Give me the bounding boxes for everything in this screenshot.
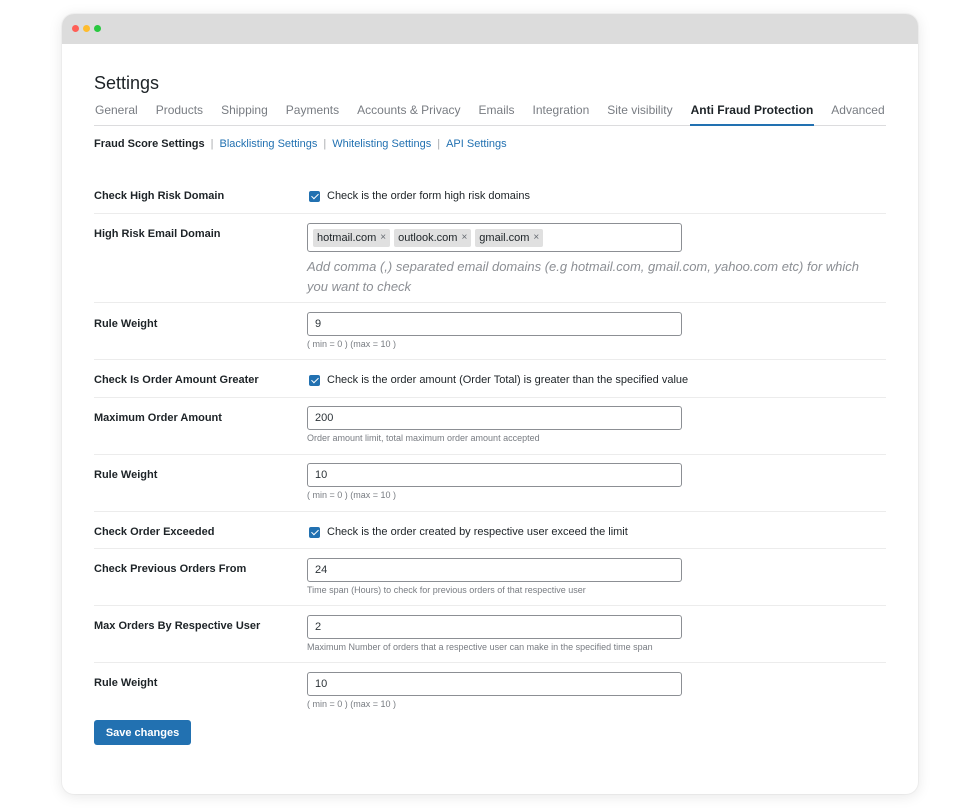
field-description: ( min = 0 ) (max = 10 ) [307,699,397,709]
field-label: Rule Weight [94,677,158,689]
order-exceeded-checkbox[interactable] [309,526,320,538]
maximize-window-dot-icon[interactable] [94,25,101,32]
remove-tag-icon[interactable]: × [533,232,539,243]
rule-weight-input[interactable]: 10 [307,672,682,696]
subnav-blacklisting-settings[interactable]: Blacklisting Settings [220,138,318,150]
order-amount-greater-checkbox[interactable] [309,374,320,386]
domain-tag: outlook.com × [394,228,472,247]
domain-tag-label: hotmail.com [317,231,377,244]
field-label: Rule Weight [94,318,158,330]
rule-weight-input[interactable]: 10 [307,463,682,487]
subnav-separator: | [323,138,327,150]
email-domain-tag-input[interactable]: hotmail.com × outlook.com × gmail.com × [307,223,682,252]
field-description: ( min = 0 ) (max = 10 ) [307,339,397,349]
tab-anti-fraud-protection[interactable]: Anti Fraud Protection [689,104,815,126]
max-order-amount-field-group: 200 Order amount limit, total maximum or… [307,406,682,443]
max-orders-input[interactable]: 2 [307,615,682,639]
subsection-nav: Fraud Score Settings | Blacklisting Settin… [94,138,507,150]
remove-tag-icon[interactable]: × [461,232,467,243]
close-window-dot-icon[interactable] [72,25,79,32]
rule-weight-field-group: 10 ( min = 0 ) (max = 10 ) [307,463,682,500]
subnav-api-settings[interactable]: API Settings [446,138,507,150]
field-description: ( min = 0 ) (max = 10 ) [307,490,397,500]
row-max-orders-by-user: Max Orders By Respective User 2 Maximum … [94,606,886,663]
subnav-separator: | [437,138,441,150]
page-title: Settings [94,73,160,93]
field-label: Max Orders By Respective User [94,620,261,632]
rule-weight-field-group: 9 ( min = 0 ) (max = 10 ) [307,312,682,349]
row-high-risk-email-domain: High Risk Email Domain hotmail.com × outl… [94,214,886,303]
rule-weight-input[interactable]: 9 [307,312,682,336]
tab-products[interactable]: Products [155,104,204,126]
email-domain-field-group: hotmail.com × outlook.com × gmail.com × Add… [307,223,879,297]
row-rule-weight: Rule Weight 10 ( min = 0 ) (max = 10 ) [94,663,886,713]
field-label: Maximum Order Amount [94,412,222,424]
row-maximum-order-amount: Maximum Order Amount 200 Order amount li… [94,398,886,455]
field-description: Add comma (,) separated email domains (e… [307,259,859,294]
field-label: Rule Weight [94,469,158,481]
previous-orders-hours-input[interactable]: 24 [307,558,682,582]
order-exceeded-option: Check is the order created by respective… [307,526,628,538]
field-description: Maximum Number of orders that a respecti… [307,642,653,652]
domain-tag-label: gmail.com [479,231,530,244]
maximum-order-amount-input[interactable]: 200 [307,406,682,430]
row-check-order-amount-greater: Check Is Order Amount Greater Check is t… [94,360,886,398]
tab-emails[interactable]: Emails [478,104,516,126]
max-orders-field-group: 2 Maximum Number of orders that a respec… [307,615,682,652]
field-label: High Risk Email Domain [94,228,221,240]
remove-tag-icon[interactable]: × [380,232,386,243]
checkbox-label: Check is the order amount (Order Total) … [327,374,689,386]
field-label: Check Is Order Amount Greater [94,374,259,386]
domain-tag: gmail.com × [475,228,544,247]
rule-weight-field-group: 10 ( min = 0 ) (max = 10 ) [307,672,682,709]
row-rule-weight: Rule Weight 9 ( min = 0 ) (max = 10 ) [94,303,886,360]
row-rule-weight: Rule Weight 10 ( min = 0 ) (max = 10 ) [94,455,886,512]
row-check-high-risk-domain: Check High Risk Domain Check is the orde… [94,176,886,214]
field-label: Check Previous Orders From [94,563,247,575]
tab-payments[interactable]: Payments [285,104,340,126]
subnav-whitelisting-settings[interactable]: Whitelisting Settings [332,138,431,150]
subnav-separator: | [210,138,214,150]
tab-general[interactable]: General [94,104,139,126]
field-description: Order amount limit, total maximum order … [307,433,540,443]
tab-shipping[interactable]: Shipping [220,104,269,126]
high-risk-domain-option: Check is the order form high risk domain… [307,190,530,202]
tab-site-visibility[interactable]: Site visibility [606,104,673,126]
checkbox-label: Check is the order created by respective… [327,526,628,538]
save-changes-button[interactable]: Save changes [94,720,191,745]
high-risk-domain-checkbox[interactable] [309,190,320,202]
field-description: Time span (Hours) to check for previous … [307,585,586,595]
subnav-fraud-score-settings: Fraud Score Settings [94,138,205,150]
tab-integration[interactable]: Integration [532,104,591,126]
field-label: Check Order Exceeded [94,526,215,538]
row-check-previous-orders-from: Check Previous Orders From 24 Time span … [94,549,886,606]
previous-orders-field-group: 24 Time span (Hours) to check for previo… [307,558,682,595]
settings-window: Settings General Products Shipping Payme… [62,14,918,794]
order-amount-greater-option: Check is the order amount (Order Total) … [307,374,688,386]
domain-tag-label: outlook.com [398,231,458,244]
tab-accounts-privacy[interactable]: Accounts & Privacy [356,104,461,126]
tab-advanced[interactable]: Advanced [830,104,885,126]
row-check-order-exceeded: Check Order Exceeded Check is the order … [94,512,886,549]
field-label: Check High Risk Domain [94,190,225,202]
settings-tabs: General Products Shipping Payments Accou… [94,104,886,126]
checkbox-label: Check is the order form high risk domain… [327,190,530,202]
minimize-window-dot-icon[interactable] [83,25,90,32]
window-titlebar [62,14,918,44]
domain-tag: hotmail.com × [313,228,391,247]
